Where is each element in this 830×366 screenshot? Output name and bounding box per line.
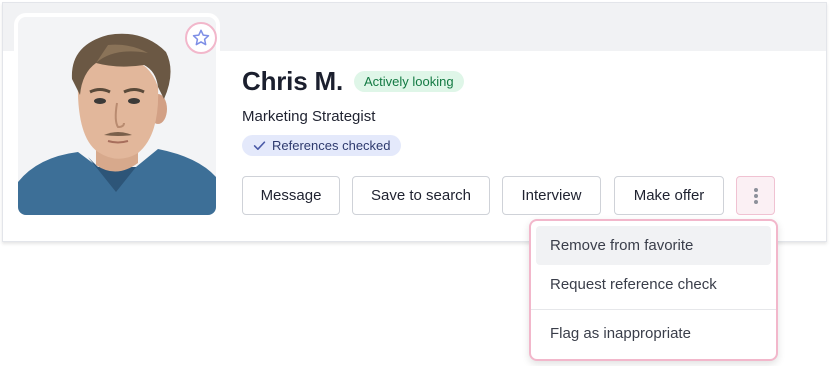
more-actions-menu: Remove from favorite Request reference c… <box>529 219 778 361</box>
menu-item-request-reference[interactable]: Request reference check <box>536 265 771 304</box>
references-badge: References checked <box>242 135 401 156</box>
message-button[interactable]: Message <box>242 176 340 215</box>
status-badge: Actively looking <box>354 71 464 92</box>
menu-divider <box>531 309 776 310</box>
candidate-name: Chris M. <box>242 66 343 96</box>
references-badge-label: References checked <box>272 138 391 153</box>
more-actions-button[interactable] <box>736 176 775 215</box>
candidate-photo <box>18 17 216 215</box>
check-icon <box>253 141 266 150</box>
vertical-dots-icon <box>753 187 758 204</box>
star-icon <box>192 29 210 46</box>
make-offer-button[interactable]: Make offer <box>614 176 724 215</box>
menu-item-flag[interactable]: Flag as inappropriate <box>536 314 771 353</box>
menu-item-remove-favorite[interactable]: Remove from favorite <box>536 226 771 265</box>
interview-button[interactable]: Interview <box>502 176 601 215</box>
job-title: Marketing Strategist <box>242 108 376 125</box>
person-portrait-icon <box>18 17 216 215</box>
save-to-search-button[interactable]: Save to search <box>352 176 490 215</box>
favorite-button[interactable] <box>185 22 217 54</box>
